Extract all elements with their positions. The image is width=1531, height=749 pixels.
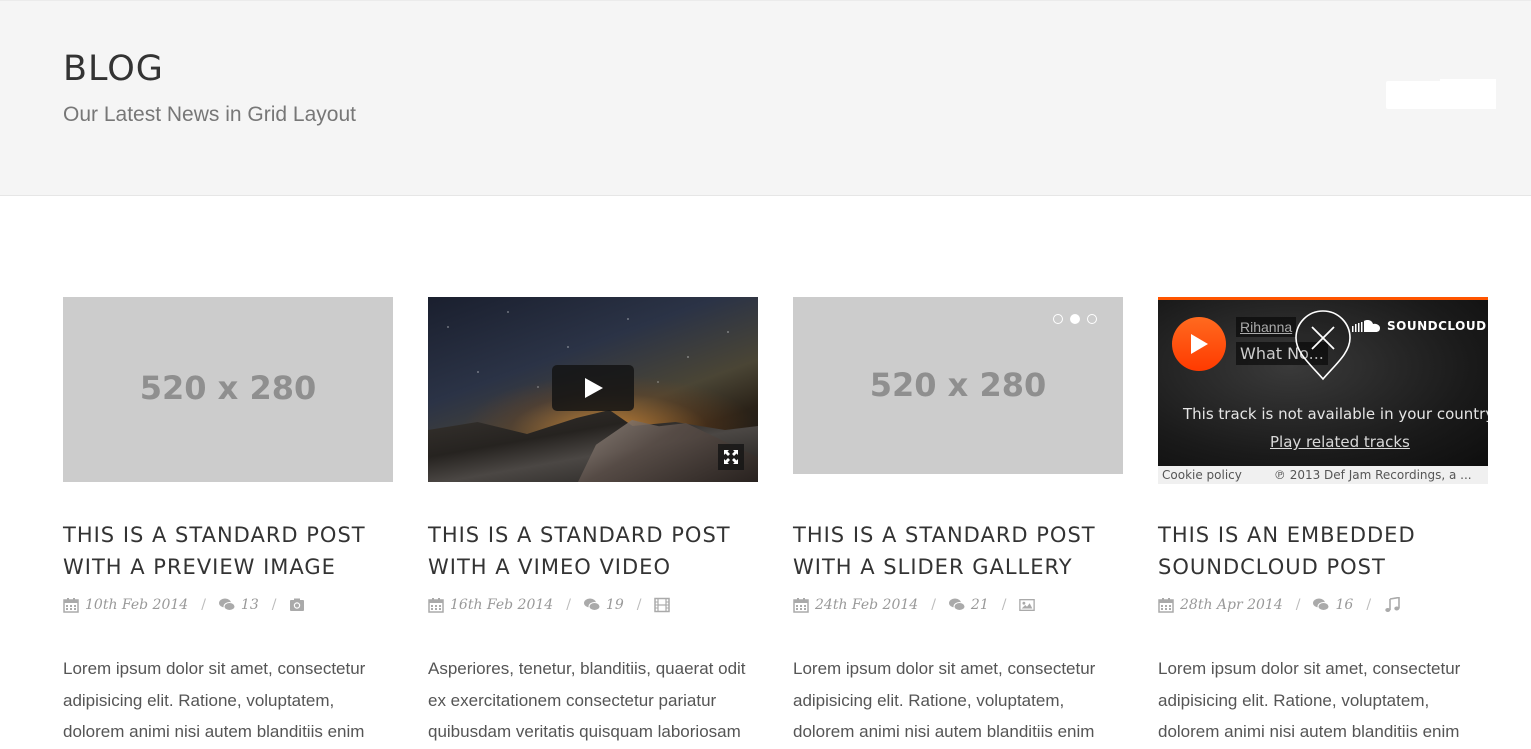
comment-count[interactable]: 13 <box>241 597 259 613</box>
post-title-line: SOUNDCLOUD POST <box>1158 555 1386 579</box>
excerpt-line: dolorem animi nisi autem blanditiis enim <box>793 722 1095 741</box>
post-thumbnail[interactable]: 520 x 280 <box>63 297 393 482</box>
page-title: BLOG <box>63 49 164 89</box>
soundcloud-player[interactable]: Rihanna What No... SOUNDCLOUD This track… <box>1158 297 1488 484</box>
post-excerpt: Lorem ipsum dolor sit amet, consectetur … <box>63 653 398 748</box>
comment-count[interactable]: 21 <box>971 597 989 613</box>
meta-divider: / <box>931 597 936 613</box>
excerpt-line: dolorem animi nisi autem blanditiis enim <box>63 722 365 741</box>
video-play-button[interactable] <box>552 365 634 411</box>
calendar-icon <box>1158 598 1174 613</box>
camera-icon <box>290 598 305 611</box>
post-meta: 24th Feb 2014 / 21 / <box>793 595 1041 615</box>
excerpt-line: Lorem ipsum dolor sit amet, consectetur <box>63 659 366 678</box>
soundcloud-artist[interactable]: Rihanna <box>1236 317 1297 337</box>
calendar-icon <box>793 598 809 613</box>
post-date: 16th Feb 2014 <box>450 597 554 613</box>
meta-divider: / <box>1001 597 1007 613</box>
post-date: 10th Feb 2014 <box>85 597 189 613</box>
post-meta: 28th Apr 2014 / 16 / <box>1158 595 1406 615</box>
close-icon[interactable] <box>1294 309 1352 381</box>
post-date: 24th Feb 2014 <box>815 597 919 613</box>
post-excerpt: Lorem ipsum dolor sit amet, consectetur … <box>1158 653 1493 748</box>
page-subtitle: Our Latest News in Grid Layout <box>63 103 356 126</box>
post-title[interactable]: THIS IS A STANDARD POST WITH A PREVIEW I… <box>63 519 403 583</box>
comments-icon <box>218 598 235 611</box>
calendar-icon <box>63 598 79 613</box>
calendar-icon <box>428 598 444 613</box>
comments-icon <box>948 598 965 611</box>
slider-dot[interactable] <box>1087 314 1097 324</box>
slider-pagination <box>1053 314 1097 324</box>
fullscreen-button[interactable] <box>718 444 744 470</box>
gallery-slider[interactable]: 520 x 280 <box>793 297 1123 474</box>
soundcloud-unavailable-message: This track is not available in your coun… <box>1183 405 1488 423</box>
post-excerpt: Lorem ipsum dolor sit amet, consectetur … <box>793 653 1128 748</box>
excerpt-line: Lorem ipsum dolor sit amet, consectetur <box>1158 659 1461 678</box>
soundcloud-footer: Cookie policy ℗ 2013 Def Jam Recordings,… <box>1158 466 1488 484</box>
excerpt-line: adipisicing elit. Ratione, voluptatem, <box>1158 690 1430 710</box>
meta-divider: / <box>201 597 206 613</box>
post-title-line: THIS IS A STANDARD POST <box>793 523 1096 547</box>
post-excerpt: Asperiores, tenetur, blanditiis, quaerat… <box>428 653 763 748</box>
soundcloud-logo-text: SOUNDCLOUD <box>1387 319 1487 333</box>
post-title-line: THIS IS A STANDARD POST <box>428 523 731 547</box>
soundcloud-play-button[interactable] <box>1172 317 1226 371</box>
placeholder-label: 520 x 280 <box>869 366 1047 404</box>
slider-dot[interactable] <box>1053 314 1063 324</box>
placeholder-label: 520 x 280 <box>139 369 317 407</box>
meta-divider: / <box>1366 597 1372 613</box>
post-title-line: THIS IS A STANDARD POST <box>63 523 366 547</box>
play-related-tracks-link[interactable]: Play related tracks <box>1270 433 1410 451</box>
play-icon <box>1191 334 1208 354</box>
comments-icon <box>1313 598 1330 611</box>
comment-count[interactable]: 19 <box>606 597 624 613</box>
meta-divider: / <box>271 597 277 613</box>
comment-count[interactable]: 16 <box>1335 597 1353 613</box>
excerpt-line: adipisicing elit. Ratione, voluptatem, <box>63 690 335 710</box>
copyright-text: ℗ 2013 Def Jam Recordings, a ... <box>1273 468 1472 482</box>
post-title-line: WITH A VIMEO VIDEO <box>428 555 671 579</box>
header-graphic-part <box>1440 79 1496 109</box>
soundcloud-cloud-icon <box>1352 320 1380 332</box>
excerpt-line: Lorem ipsum dolor sit amet, consectetur <box>793 659 1096 678</box>
excerpt-line: Asperiores, tenetur, blanditiis, quaerat… <box>428 659 746 678</box>
fullscreen-icon <box>724 450 738 464</box>
film-icon <box>654 597 671 613</box>
post-title-line: WITH A PREVIEW IMAGE <box>63 555 336 579</box>
post-title[interactable]: THIS IS AN EMBEDDED SOUNDCLOUD POST <box>1158 519 1498 583</box>
video-player[interactable] <box>428 297 758 482</box>
soundcloud-logo[interactable]: SOUNDCLOUD <box>1352 319 1487 333</box>
excerpt-line: dolorem animi nisi autem blanditiis enim <box>1158 722 1460 741</box>
page-header: BLOG Our Latest News in Grid Layout <box>0 0 1531 196</box>
comments-icon <box>583 598 600 611</box>
excerpt-line: adipisicing elit. Ratione, voluptatem, <box>793 690 1065 710</box>
meta-divider: / <box>1295 597 1301 613</box>
slider-dot-active[interactable] <box>1070 314 1080 324</box>
play-icon <box>585 378 603 398</box>
post-title[interactable]: THIS IS A STANDARD POST WITH A VIMEO VID… <box>428 519 768 583</box>
post-date: 28th Apr 2014 <box>1180 597 1283 613</box>
excerpt-line: ex exercitationem consectetur pariatur <box>428 690 717 710</box>
picture-icon <box>1019 599 1036 611</box>
post-title-line: THIS IS AN EMBEDDED <box>1158 523 1416 547</box>
post-meta: 16th Feb 2014 / 19 / <box>428 595 676 615</box>
music-icon <box>1385 597 1400 612</box>
meta-divider: / <box>636 597 642 613</box>
post-title-line: WITH A SLIDER GALLERY <box>793 555 1073 579</box>
post-title[interactable]: THIS IS A STANDARD POST WITH A SLIDER GA… <box>793 519 1133 583</box>
meta-divider: / <box>566 597 571 613</box>
post-meta: 10th Feb 2014 / 13 / <box>63 595 311 615</box>
cookie-policy-link[interactable]: Cookie policy <box>1162 468 1242 482</box>
excerpt-line: quibusdam veritatis quisquam laboriosam <box>428 722 741 741</box>
